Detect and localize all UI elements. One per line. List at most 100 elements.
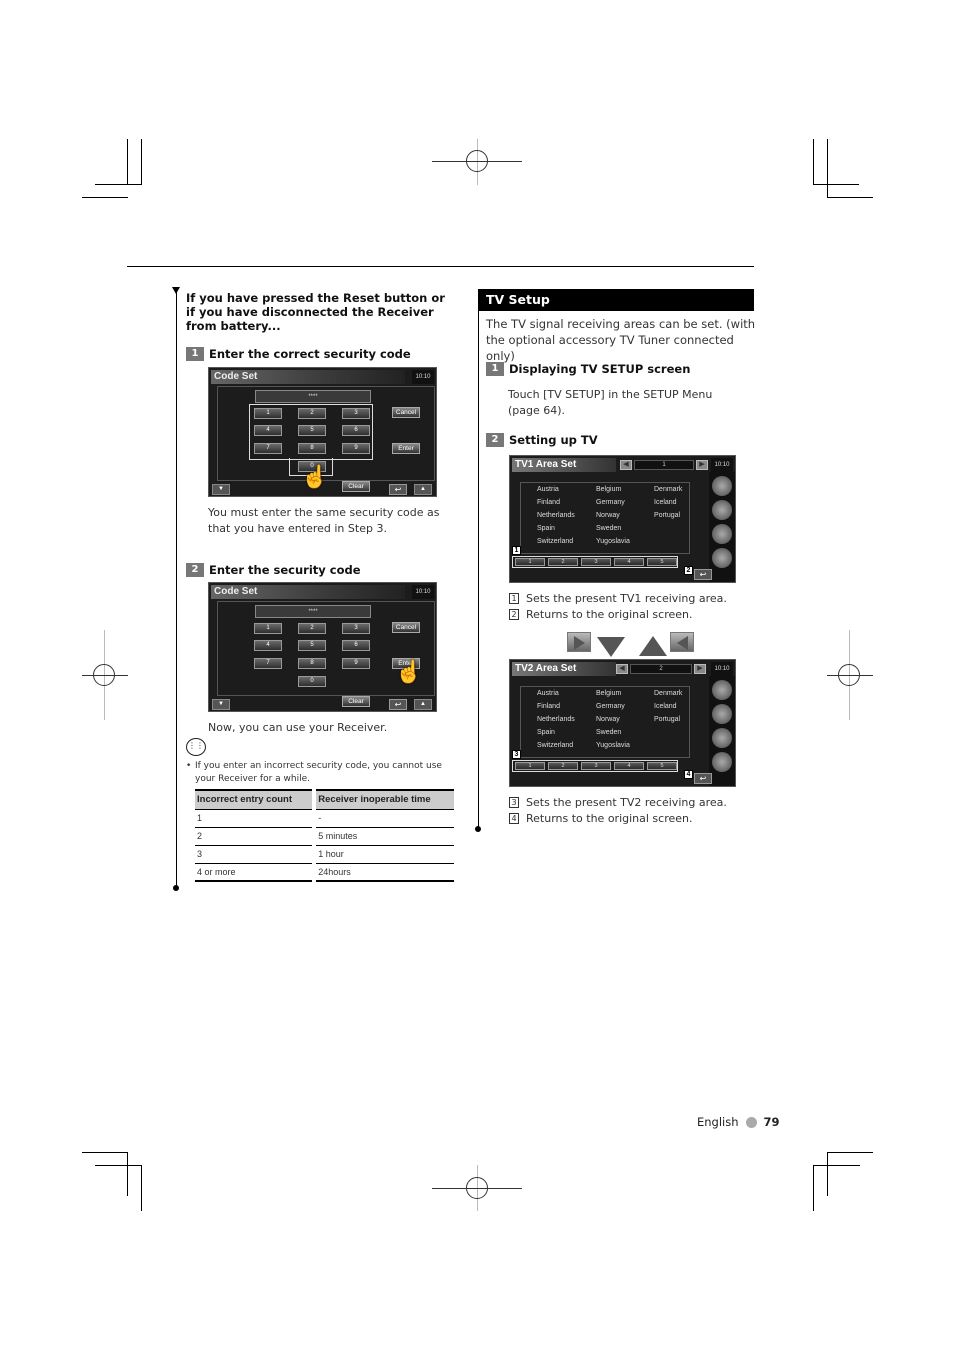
country-item[interactable]: Austria xyxy=(537,690,559,697)
key-6[interactable]: 6 xyxy=(342,640,370,651)
country-item[interactable]: Norway xyxy=(596,716,620,723)
country-item[interactable]: Sweden xyxy=(596,729,621,736)
volume-down-button[interactable]: ▼ xyxy=(212,484,230,495)
settings-icon[interactable] xyxy=(712,752,732,772)
note-bullet-marker: • xyxy=(186,761,192,771)
next-area-button[interactable]: ▶ xyxy=(694,664,706,674)
key-5[interactable]: 5 xyxy=(298,425,326,436)
country-item[interactable]: Germany xyxy=(596,499,625,506)
code-display: **** xyxy=(255,605,371,618)
step-2-heading: 2 Setting up TV xyxy=(486,433,598,447)
country-item[interactable]: Iceland xyxy=(654,703,677,710)
key-9[interactable]: 9 xyxy=(342,443,370,454)
key-2[interactable]: 2 xyxy=(298,623,326,634)
country-item[interactable]: Yugoslavia xyxy=(596,742,630,749)
enter-button[interactable]: Enter xyxy=(392,443,420,454)
footer-dot-icon xyxy=(745,1116,757,1128)
country-item[interactable]: Denmark xyxy=(654,486,682,493)
screen-title: TV1 Area Set xyxy=(512,458,616,472)
clear-button[interactable]: Clear xyxy=(342,696,370,707)
inoperable-time-table: Incorrect entry count Receiver inoperabl… xyxy=(195,789,454,882)
key-1[interactable]: 1 xyxy=(254,408,282,419)
media-icon[interactable] xyxy=(712,704,732,724)
area-preset-button[interactable]: 3 xyxy=(581,762,611,770)
key-3[interactable]: 3 xyxy=(342,408,370,419)
key-4[interactable]: 4 xyxy=(254,640,282,651)
tv2-area-set-screen: TV2 Area Set ◀ 2 ▶ 10:10 Austria Belgium… xyxy=(509,659,736,787)
country-item[interactable]: Spain xyxy=(537,729,555,736)
country-item[interactable]: Netherlands xyxy=(537,716,575,723)
area-preset-button[interactable]: 2 xyxy=(548,762,578,770)
next-area-button[interactable]: ▶ xyxy=(696,460,708,470)
menu-icon[interactable] xyxy=(712,476,732,496)
area-preset-button[interactable]: 4 xyxy=(614,762,644,770)
country-item[interactable]: Denmark xyxy=(654,690,682,697)
volume-up-button[interactable]: ▲ xyxy=(414,699,432,710)
country-item[interactable]: Spain xyxy=(537,525,555,532)
speaker-icon[interactable] xyxy=(712,524,732,544)
area-preset-button[interactable]: 3 xyxy=(581,558,611,566)
menu-icon[interactable] xyxy=(712,680,732,700)
previous-area-button[interactable]: ◀ xyxy=(620,460,632,470)
note-icon: ⋮⋮ xyxy=(186,738,206,756)
country-item[interactable]: Austria xyxy=(537,486,559,493)
key-8[interactable]: 8 xyxy=(298,658,326,669)
key-0[interactable]: 0 xyxy=(298,676,326,687)
speaker-icon[interactable] xyxy=(712,728,732,748)
footer-language: English xyxy=(697,1115,739,1129)
country-item[interactable]: Norway xyxy=(596,512,620,519)
key-8[interactable]: 8 xyxy=(298,443,326,454)
crop-mark xyxy=(827,197,873,198)
country-item[interactable]: Switzerland xyxy=(537,538,573,545)
crop-mark xyxy=(813,139,814,185)
step-number: 1 xyxy=(186,347,204,361)
volume-up-button[interactable]: ▲ xyxy=(414,484,432,495)
country-item[interactable]: Netherlands xyxy=(537,512,575,519)
return-button[interactable]: ↩ xyxy=(694,773,712,784)
clear-button[interactable]: Clear xyxy=(342,481,370,492)
country-item[interactable]: Sweden xyxy=(596,525,621,532)
table-cell: 1 xyxy=(195,808,315,827)
country-item[interactable]: Yugoslavia xyxy=(596,538,630,545)
country-item[interactable]: Finland xyxy=(537,499,560,506)
country-item[interactable]: Portugal xyxy=(654,716,680,723)
media-icon[interactable] xyxy=(712,500,732,520)
table-cell: 3 xyxy=(195,844,315,863)
key-3[interactable]: 3 xyxy=(342,623,370,634)
key-6[interactable]: 6 xyxy=(342,425,370,436)
legend-number: 1 xyxy=(509,593,519,604)
step-1-text: You must enter the same security code as… xyxy=(208,506,440,535)
area-preset-button[interactable]: 5 xyxy=(647,558,677,566)
tv-intro: The TV signal receiving areas can be set… xyxy=(486,317,756,363)
previous-area-button[interactable]: ◀ xyxy=(616,664,628,674)
cancel-button[interactable]: Cancel xyxy=(392,622,420,633)
key-1[interactable]: 1 xyxy=(254,623,282,634)
area-preset-button[interactable]: 5 xyxy=(647,762,677,770)
country-item[interactable]: Iceland xyxy=(654,499,677,506)
area-preset-button[interactable]: 1 xyxy=(515,762,545,770)
country-item[interactable]: Belgium xyxy=(596,486,621,493)
volume-down-button[interactable]: ▼ xyxy=(212,699,230,710)
return-button[interactable]: ↩ xyxy=(389,699,407,710)
return-button[interactable]: ↩ xyxy=(389,484,407,495)
side-menu xyxy=(709,676,735,786)
country-item[interactable]: Finland xyxy=(537,703,560,710)
crop-mark xyxy=(141,1165,142,1211)
key-4[interactable]: 4 xyxy=(254,425,282,436)
key-7[interactable]: 7 xyxy=(254,658,282,669)
country-item[interactable]: Belgium xyxy=(596,690,621,697)
key-9[interactable]: 9 xyxy=(342,658,370,669)
area-preset-button[interactable]: 1 xyxy=(515,558,545,566)
return-button[interactable]: ↩ xyxy=(694,569,712,580)
key-7[interactable]: 7 xyxy=(254,443,282,454)
settings-icon[interactable] xyxy=(712,548,732,568)
cancel-button[interactable]: Cancel xyxy=(392,407,420,418)
area-preset-button[interactable]: 2 xyxy=(548,558,578,566)
country-item[interactable]: Switzerland xyxy=(537,742,573,749)
key-5[interactable]: 5 xyxy=(298,640,326,651)
country-item[interactable]: Germany xyxy=(596,703,625,710)
table-cell: 24hours xyxy=(312,862,454,882)
country-item[interactable]: Portugal xyxy=(654,512,680,519)
key-2[interactable]: 2 xyxy=(298,408,326,419)
area-preset-button[interactable]: 4 xyxy=(614,558,644,566)
